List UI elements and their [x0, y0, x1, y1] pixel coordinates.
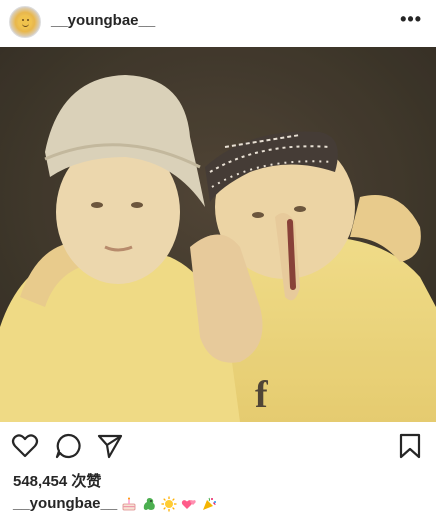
party-popper-emoji-icon [203, 497, 217, 510]
sun-emoji-icon [161, 496, 177, 511]
send-icon[interactable] [96, 432, 124, 460]
user-avatar[interactable] [9, 6, 41, 38]
post-actions-bar [0, 422, 436, 470]
bookmark-icon[interactable] [396, 432, 424, 460]
post-header: __youngbae__ ••• [0, 0, 436, 44]
more-options-icon[interactable]: ••• [400, 10, 422, 28]
post-caption: __youngbae__ [13, 495, 217, 512]
cake-emoji-icon [122, 497, 136, 510]
heart-icon[interactable] [11, 432, 39, 460]
avatar-eye-right [27, 19, 29, 21]
post-username[interactable]: __youngbae__ [51, 12, 155, 29]
caption-username[interactable]: __youngbae__ [13, 495, 117, 512]
comment-icon[interactable] [54, 432, 82, 460]
likes-count[interactable]: 548,454 次赞 [13, 470, 101, 491]
dragon-emoji-icon [144, 497, 156, 510]
two-hearts-emoji-icon [182, 499, 196, 509]
post-photo-illustration: f [0, 47, 436, 422]
post-image[interactable]: f [0, 47, 436, 422]
avatar-eye-left [22, 19, 24, 21]
